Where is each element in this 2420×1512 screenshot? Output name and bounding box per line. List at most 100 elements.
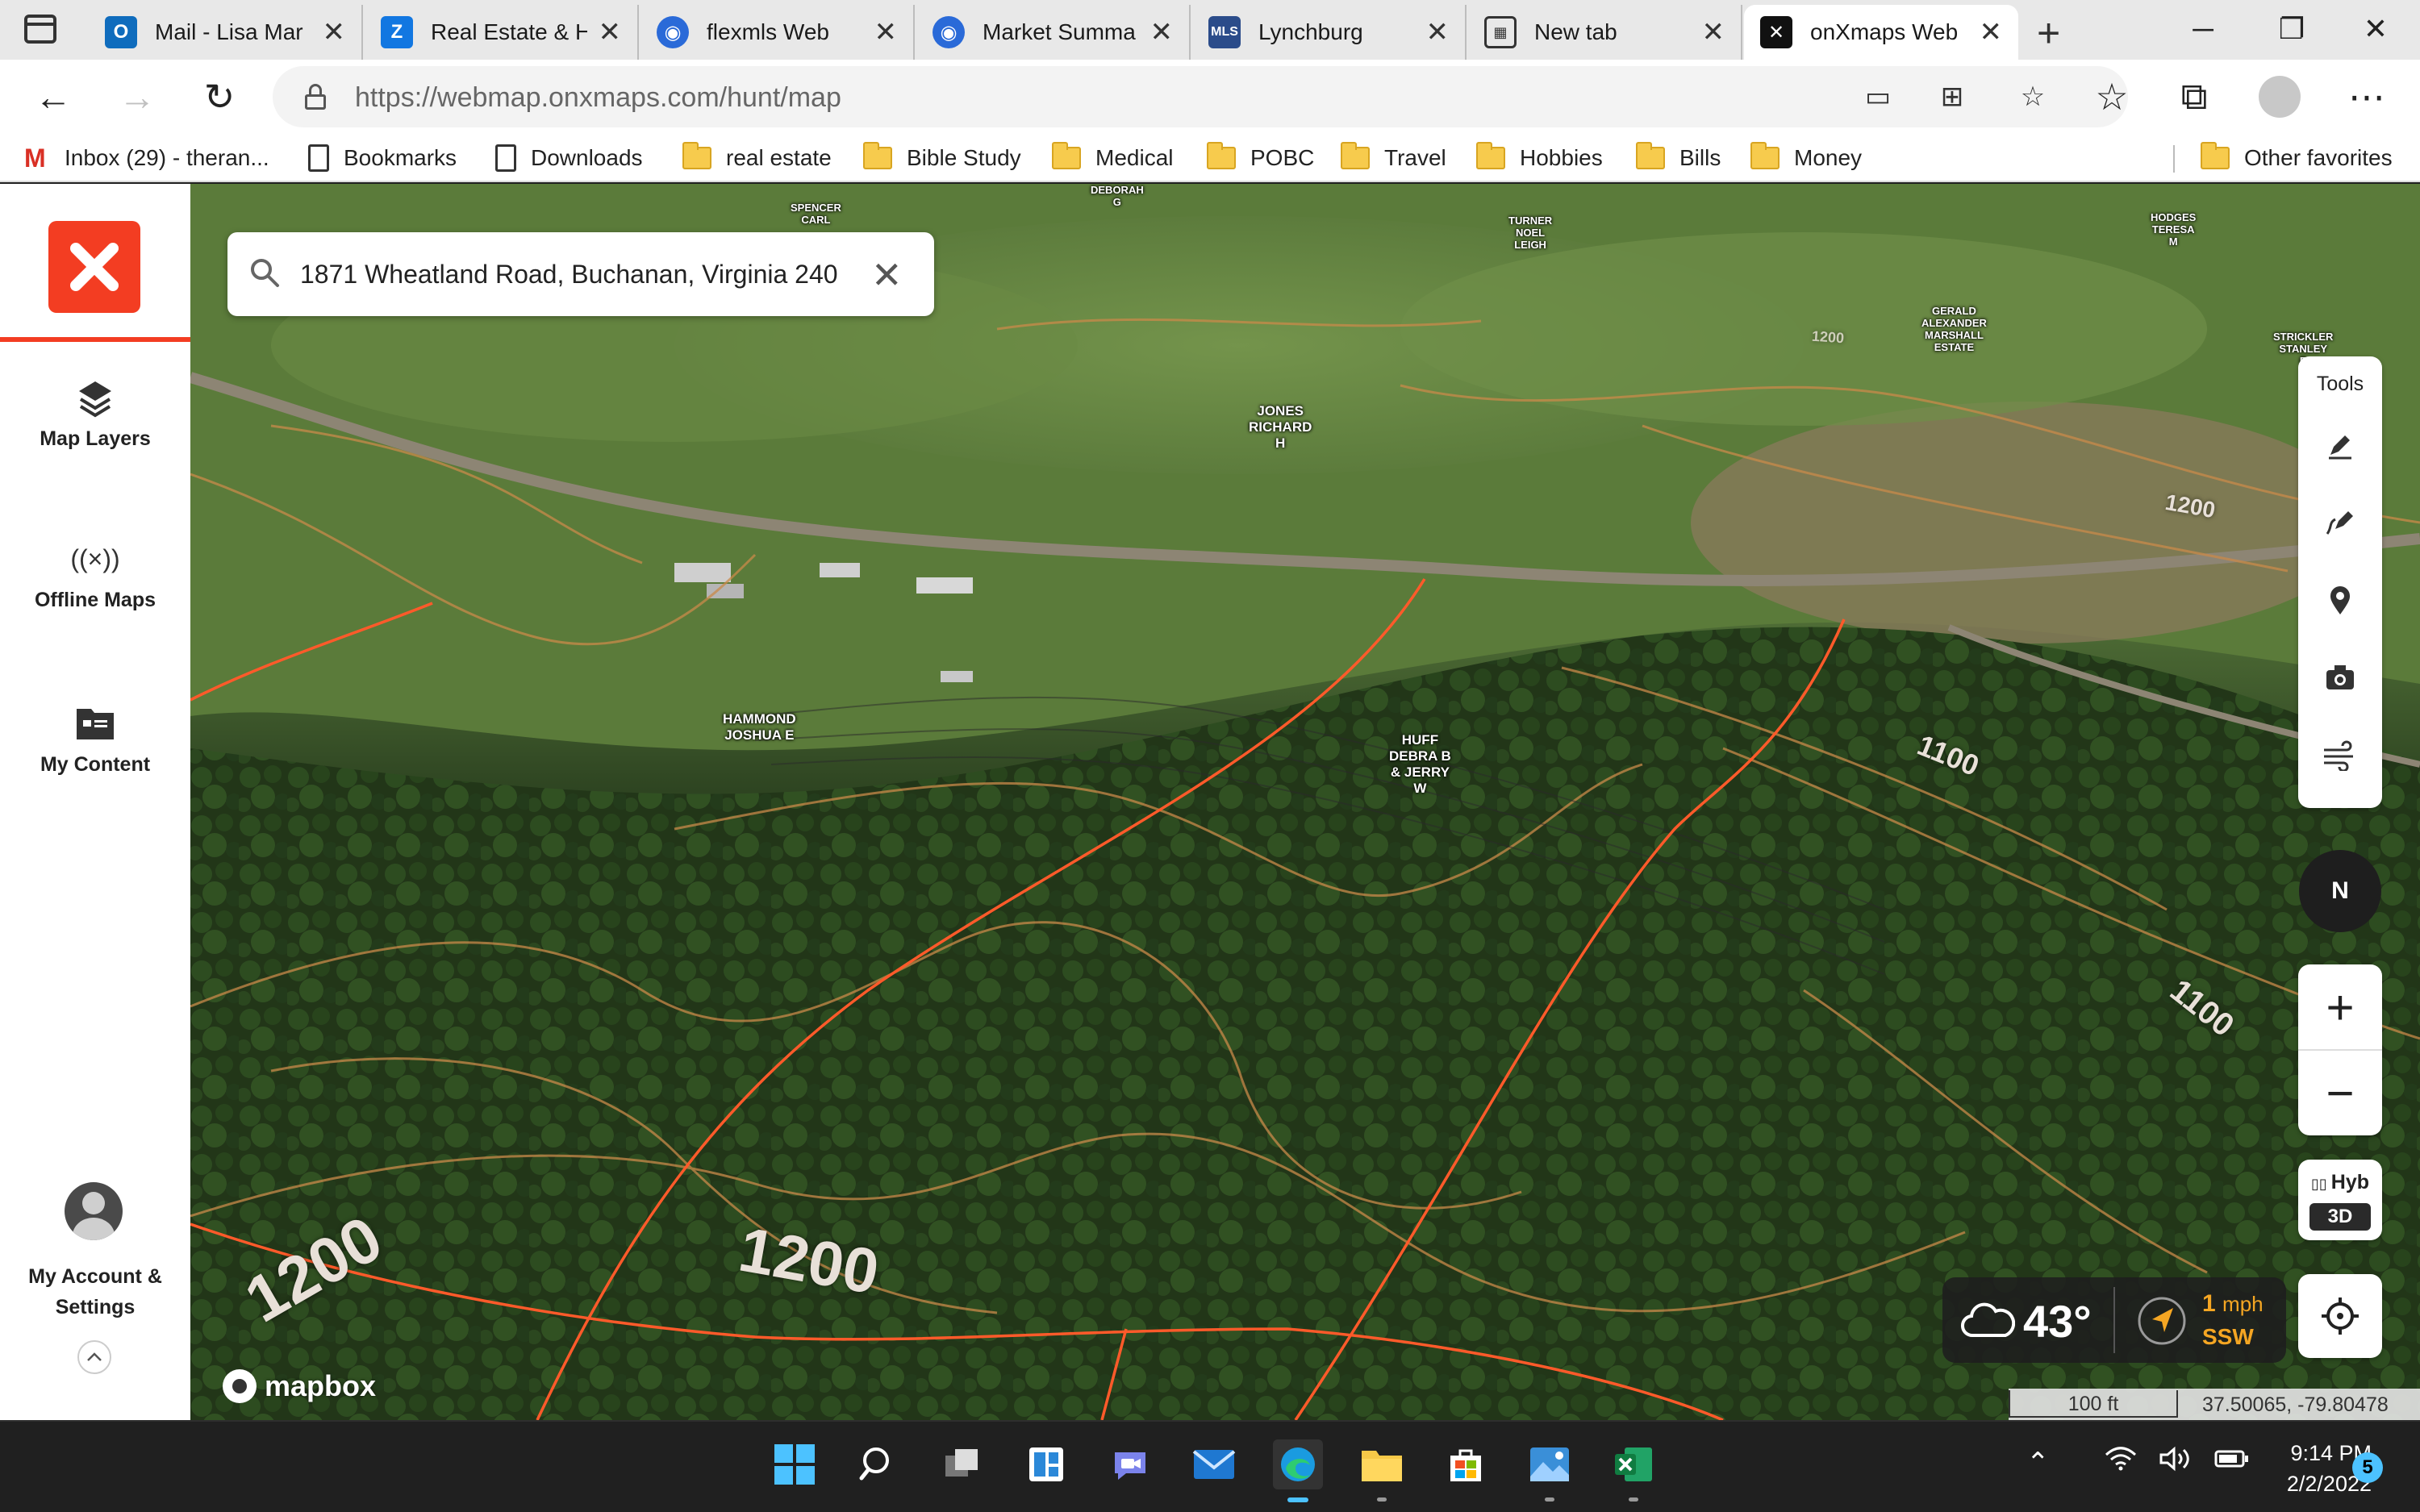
wind-tool[interactable]	[2316, 731, 2364, 779]
refresh-button[interactable]: ↻	[197, 74, 242, 119]
bookmark-folder-travel[interactable]: Travel	[1341, 142, 1446, 174]
onx-logo[interactable]	[48, 221, 140, 313]
close-icon[interactable]: ✕	[1702, 16, 1725, 48]
zoom-in-button[interactable]: +	[2298, 964, 2382, 1050]
close-icon[interactable]: ✕	[874, 16, 898, 48]
close-icon[interactable]: ✕	[599, 16, 622, 48]
close-icon[interactable]: ✕	[1426, 16, 1450, 48]
bookmark-bookmarks[interactable]: Bookmarks	[308, 142, 457, 174]
photo-tool[interactable]	[2316, 653, 2364, 702]
cloud-icon	[1961, 1302, 2015, 1338]
photos-icon	[1530, 1447, 1569, 1481]
sidebar-item-offline-maps[interactable]: ((×)) Offline Maps	[0, 532, 190, 614]
url-text[interactable]: https://webmap.onxmaps.com/hunt/map	[355, 82, 841, 114]
basemap-toggle[interactable]: ▯▯ Hyb 3D	[2298, 1160, 2382, 1240]
parcel-label[interactable]: HUFF DEBRA B & JERRY W	[1389, 732, 1451, 797]
tab-title: Lynchburg	[1258, 19, 1363, 44]
collections-icon[interactable]: ⧉	[2172, 74, 2217, 119]
tab-real-estate[interactable]: Z Real Estate & H ✕	[365, 5, 639, 60]
profile-icon[interactable]	[2257, 74, 2302, 119]
parcel-label[interactable]: HODGES TERESA M	[2151, 211, 2196, 248]
new-tab-button[interactable]: +	[2037, 10, 2060, 56]
mapbox-logo[interactable]: mapbox	[223, 1369, 376, 1403]
back-button[interactable]: ←	[31, 74, 76, 119]
tab-flexmls[interactable]: ◉ flexmls Web ✕	[640, 5, 915, 60]
excel-app-button[interactable]	[1608, 1439, 1659, 1502]
lock-icon[interactable]	[305, 84, 326, 110]
temperature: 43°	[2023, 1296, 2092, 1347]
tab-lynchburg[interactable]: MLS Lynchburg ✕	[1192, 5, 1467, 60]
extensions-icon[interactable]: ⊞	[1934, 79, 1970, 115]
bookmark-inbox[interactable]: M Inbox (29) - theran...	[24, 142, 269, 174]
bookmark-folder-pobc[interactable]: POBC	[1207, 142, 1314, 174]
sidebar-item-my-content[interactable]: My Content	[0, 697, 190, 779]
tab-market-summary[interactable]: ◉ Market Summa ✕	[916, 5, 1191, 60]
chevron-up-icon[interactable]: ⌃	[2026, 1447, 2050, 1479]
more-options-icon[interactable]: ⋯	[2344, 74, 2389, 119]
parcel-label[interactable]: TURNER NOEL LEIGH	[1508, 215, 1552, 251]
forward-button[interactable]: →	[115, 74, 160, 119]
zoom-out-button[interactable]: −	[2298, 1050, 2382, 1135]
tab-mail[interactable]: O Mail - Lisa Mar ✕	[89, 5, 363, 60]
search-box[interactable]: 1871 Wheatland Road, Buchanan, Virginia …	[227, 232, 934, 316]
widgets-button[interactable]	[1021, 1439, 1071, 1489]
close-icon[interactable]: ✕	[323, 16, 346, 48]
close-icon[interactable]: ✕	[1150, 16, 1174, 48]
bookmark-folder-medical[interactable]: Medical	[1052, 142, 1173, 174]
search-input[interactable]: 1871 Wheatland Road, Buchanan, Virginia …	[300, 260, 857, 289]
taskbar-clock[interactable]: 9:14 PM 2/2/2022	[2226, 1438, 2372, 1499]
address-bar[interactable]: https://webmap.onxmaps.com/hunt/map ▭ ⊞ …	[273, 66, 2128, 127]
restore-button[interactable]: ❐	[2247, 6, 2336, 52]
search-taskbar-button[interactable]	[853, 1439, 903, 1489]
parcel-label[interactable]: HAMMOND JOSHUA E	[723, 711, 796, 744]
edge-app-button[interactable]	[1273, 1439, 1323, 1502]
camera-icon	[2326, 665, 2354, 689]
map-canvas[interactable]: SPENCER CARL DEBORAH G TURNER NOEL LEIGH…	[190, 184, 2420, 1420]
tab-onxmaps[interactable]: ✕ onXmaps Web ✕	[1744, 5, 2018, 60]
tab-new-tab[interactable]: ▦ New tab ✕	[1468, 5, 1742, 60]
bookmark-folder-bible-study[interactable]: Bible Study	[863, 142, 1021, 174]
parcel-label[interactable]: JONES RICHARD H	[1249, 403, 1312, 452]
bookmark-folder-bills[interactable]: Bills	[1636, 142, 1721, 174]
parcel-label[interactable]: GERALD ALEXANDER MARSHALL ESTATE	[1921, 305, 1987, 353]
store-app-button[interactable]	[1441, 1439, 1491, 1489]
waypoint-tool[interactable]	[2316, 576, 2364, 624]
bookmark-folder-hobbies[interactable]: Hobbies	[1476, 142, 1603, 174]
page-icon	[308, 144, 329, 172]
notification-badge[interactable]: 5	[2352, 1452, 2383, 1483]
add-favorite-icon[interactable]: ☆	[2015, 79, 2051, 115]
volume-icon[interactable]	[2159, 1446, 2192, 1479]
sidebar-item-account-settings[interactable]: My Account & Settings	[0, 1261, 190, 1322]
task-view-button[interactable]	[937, 1439, 987, 1489]
app-available-icon[interactable]: ▭	[1860, 79, 1896, 115]
draw-area-tool[interactable]	[2316, 498, 2364, 547]
bookmark-other-favorites[interactable]: Other favorites	[2201, 142, 2393, 174]
minimize-button[interactable]: ─	[2159, 6, 2247, 52]
bookmark-downloads[interactable]: Downloads	[495, 142, 643, 174]
locate-me-button[interactable]	[2298, 1274, 2382, 1358]
weather-widget[interactable]: 43° 1 mph SSW	[1942, 1277, 2286, 1363]
bookmark-folder-real-estate[interactable]: real estate	[682, 142, 832, 174]
start-button[interactable]	[770, 1439, 820, 1489]
avatar[interactable]	[65, 1182, 123, 1240]
photos-app-button[interactable]	[1525, 1439, 1575, 1502]
wifi-icon[interactable]	[2105, 1447, 2137, 1478]
tab-actions-icon[interactable]	[24, 15, 56, 44]
sidebar-item-map-layers[interactable]: Map Layers	[0, 371, 190, 453]
parcel-label[interactable]: SPENCER CARL	[791, 202, 841, 226]
widgets-icon	[1029, 1447, 1063, 1481]
close-icon[interactable]: ✕	[1980, 16, 2003, 48]
close-window-button[interactable]: ✕	[2331, 6, 2420, 52]
parcel-label[interactable]: DEBORAH G	[1091, 184, 1144, 208]
clear-search-icon[interactable]: ✕	[871, 253, 903, 297]
collapse-sidebar-button[interactable]	[77, 1340, 111, 1374]
file-explorer-button[interactable]	[1357, 1439, 1407, 1502]
draw-line-tool[interactable]	[2316, 421, 2364, 469]
mail-app-button[interactable]	[1189, 1439, 1239, 1489]
folder-icon	[1207, 142, 1236, 169]
bookmark-folder-money[interactable]: Money	[1750, 142, 1862, 174]
teams-chat-button[interactable]	[1105, 1439, 1155, 1489]
favorites-icon[interactable]: ☆	[2089, 74, 2134, 119]
compass-button[interactable]: N	[2299, 850, 2381, 932]
3d-mode-badge[interactable]: 3D	[2309, 1203, 2371, 1231]
